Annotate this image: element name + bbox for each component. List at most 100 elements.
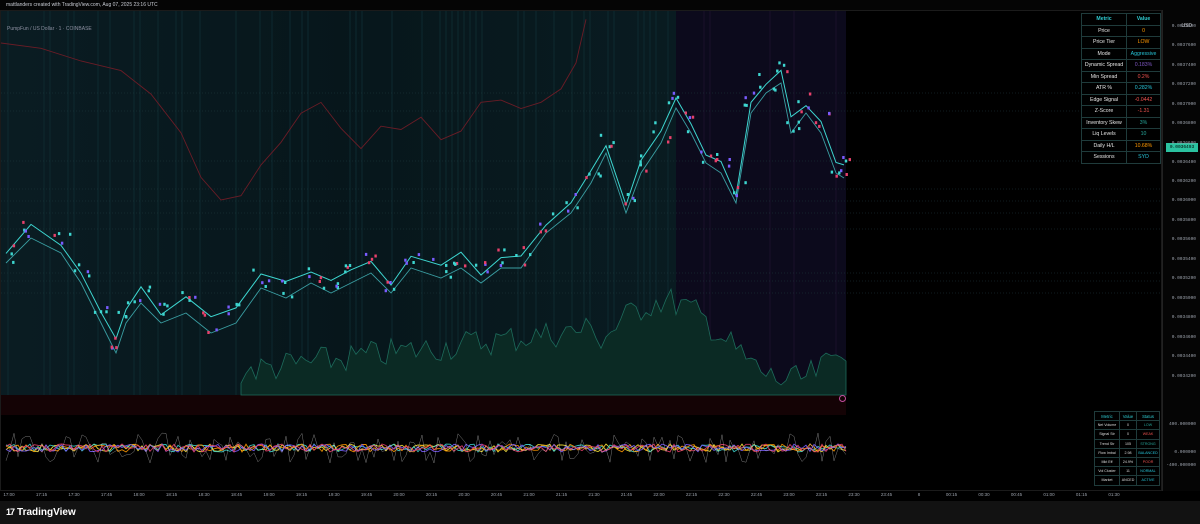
footer-bar: 17 TradingView (0, 501, 1200, 524)
status-label: Net Volume (1094, 420, 1120, 431)
price-axis-label: 400.000000 (1168, 422, 1196, 427)
price-axis-label: 0.000000 (1174, 450, 1196, 455)
status-state: NORMAL (1136, 466, 1160, 477)
table-row: Net Volume 0 LOW (1094, 420, 1160, 431)
time-axis-label: 19:00 (263, 492, 275, 497)
price-axis-label: 0.0034600 (1171, 335, 1196, 340)
status-value: 2.98 (1119, 447, 1137, 458)
time-axis-label: 19:15 (295, 492, 308, 497)
table-row: Mode Aggressive (1080, 47, 1161, 60)
price-axis-label: 0.0036000 (1171, 198, 1196, 203)
price-axis-label: 0.0034400 (1171, 354, 1196, 359)
price-axis-label: 0.0037200 (1171, 82, 1196, 87)
metric-label: Sessions (1080, 151, 1128, 164)
price-axis-label: 0.0037600 (1171, 43, 1196, 48)
time-axis-label: 17:30 (68, 492, 80, 497)
time-axis-label: 23:15 (815, 492, 828, 497)
status-label: Flow Imbal (1094, 447, 1120, 458)
time-axis-label: 01:15 (1075, 492, 1088, 497)
table-row: Market ANCED ACTIVE (1094, 475, 1160, 486)
table-row: Vol Cluster 11 NORMAL (1094, 466, 1160, 477)
status-table: Metric Value Status Net Volume 0 LOW Signal St… (1094, 410, 1160, 486)
time-axis-label: 22:30 (718, 492, 730, 497)
table-row: Sessions SYD (1080, 151, 1161, 164)
status-value: 105 (1119, 438, 1137, 449)
time-axis-label: 23:45 (880, 492, 893, 497)
status-label: Vol Cluster (1094, 466, 1120, 477)
chart-area[interactable]: PumpFun / US Dollar · 1 · COINBASE Metri… (0, 10, 1162, 491)
metric-value: -0.0442 (1126, 93, 1161, 106)
status-state: ACTIVE (1136, 475, 1160, 486)
table-row: Price 0 (1080, 24, 1161, 37)
status-header-cell: Value (1119, 410, 1137, 422)
table-row: Min Spread 0.2% (1080, 70, 1161, 83)
time-axis-label: 23:30 (848, 492, 860, 497)
price-axis-label: 0.0037400 (1171, 63, 1196, 68)
price-axis-label: 0.0035200 (1171, 276, 1196, 281)
time-axis-label: 18:15 (165, 492, 178, 497)
time-axis-label: 00:15 (945, 492, 958, 497)
price-axis[interactable]: USD 0.0036493 0.0037800 0.0037600 0.003740… (1162, 10, 1200, 491)
metric-value: LOW (1126, 36, 1161, 49)
metric-value: 0.282% (1126, 82, 1161, 95)
status-label: Signal Str (1094, 429, 1120, 440)
time-axis-label: 00:45 (1010, 492, 1023, 497)
status-value: 24.9% (1119, 456, 1137, 468)
metric-value: 0.2% (1126, 70, 1161, 83)
table-row: Trend Str 105 STRONG (1094, 438, 1160, 449)
price-axis-label: 0.0034200 (1171, 374, 1196, 379)
oscillator-separator (1, 395, 846, 415)
time-axis-label: 20:00 (393, 492, 405, 497)
metric-label: Min Spread (1080, 70, 1128, 83)
status-label: Market (1094, 475, 1120, 486)
metric-label: Z-Score (1080, 105, 1128, 118)
price-axis-label: 0.0035000 (1171, 296, 1196, 301)
time-axis-label: 18:00 (133, 492, 145, 497)
metric-label: Price Tier (1080, 36, 1128, 49)
time-axis-label: 21:00 (523, 492, 535, 497)
metric-value: 10.68% (1126, 139, 1161, 152)
price-axis-label: 0.0034800 (1171, 315, 1196, 320)
table-row: ATR % 0.282% (1080, 82, 1161, 95)
oscillator-pane (5, 432, 847, 464)
time-axis-label: 19:45 (360, 492, 373, 497)
time-axis[interactable]: 17:00 17:15 17:30 17:45 18:00 18:15 18:30 18:45… (0, 491, 1162, 501)
metric-value: 0.183% (1126, 59, 1161, 72)
time-axis-label: 22:15 (685, 492, 698, 497)
price-axis-label: 0.0036400 (1171, 160, 1196, 165)
price-axis-label: 0.0035400 (1171, 257, 1196, 262)
price-axis-label: 0.0037000 (1171, 102, 1196, 107)
table-row: Inventory Skew 3% (1080, 116, 1161, 129)
time-axis-label: 19:30 (328, 492, 340, 497)
status-value: 0 (1119, 420, 1137, 431)
metric-label: Daily H/L (1080, 139, 1128, 152)
price-axis-label: 0.0036600 (1171, 141, 1196, 146)
time-axis-label: 21:30 (588, 492, 600, 497)
metrics-header-cell: Value (1126, 13, 1161, 26)
replay-icon[interactable] (839, 395, 846, 402)
table-row: Z-Score -1.31 (1080, 105, 1161, 118)
tradingview-mark-icon: 17 (6, 507, 15, 517)
metric-label: Price (1080, 24, 1128, 37)
metric-label: ATR % (1080, 82, 1128, 95)
table-row: Price Tier LOW (1080, 36, 1161, 49)
time-axis-label: 18:30 (198, 492, 210, 497)
time-axis-label: 22:00 (653, 492, 665, 497)
table-row: Daily H/L 10.68% (1080, 139, 1161, 152)
price-chart-canvas[interactable] (1, 11, 1162, 491)
table-row: Dynamic Spread 0.183% (1080, 59, 1161, 72)
time-axis-label: 20:45 (490, 492, 503, 497)
status-value: 0 (1119, 429, 1137, 440)
metrics-header-cell: Metric (1080, 13, 1128, 26)
status-label: Trend Str (1094, 438, 1120, 449)
status-value: ANCED (1119, 475, 1137, 486)
table-row: Flow Imbal 2.98 BALANCED (1094, 447, 1160, 458)
time-axis-label: 18:45 (230, 492, 243, 497)
table-row: Signal Str 0 WEAK (1094, 429, 1160, 440)
price-axis-label: 0.0037800 (1171, 24, 1196, 29)
metric-value: 0 (1126, 24, 1161, 37)
tradingview-logo[interactable]: 17 TradingView (6, 507, 76, 518)
symbol-title[interactable]: PumpFun / US Dollar · 1 · COINBASE (7, 26, 92, 32)
table-row: Liq Levels 10 (1080, 128, 1161, 141)
table-row: Edge Signal -0.0442 (1080, 93, 1161, 106)
